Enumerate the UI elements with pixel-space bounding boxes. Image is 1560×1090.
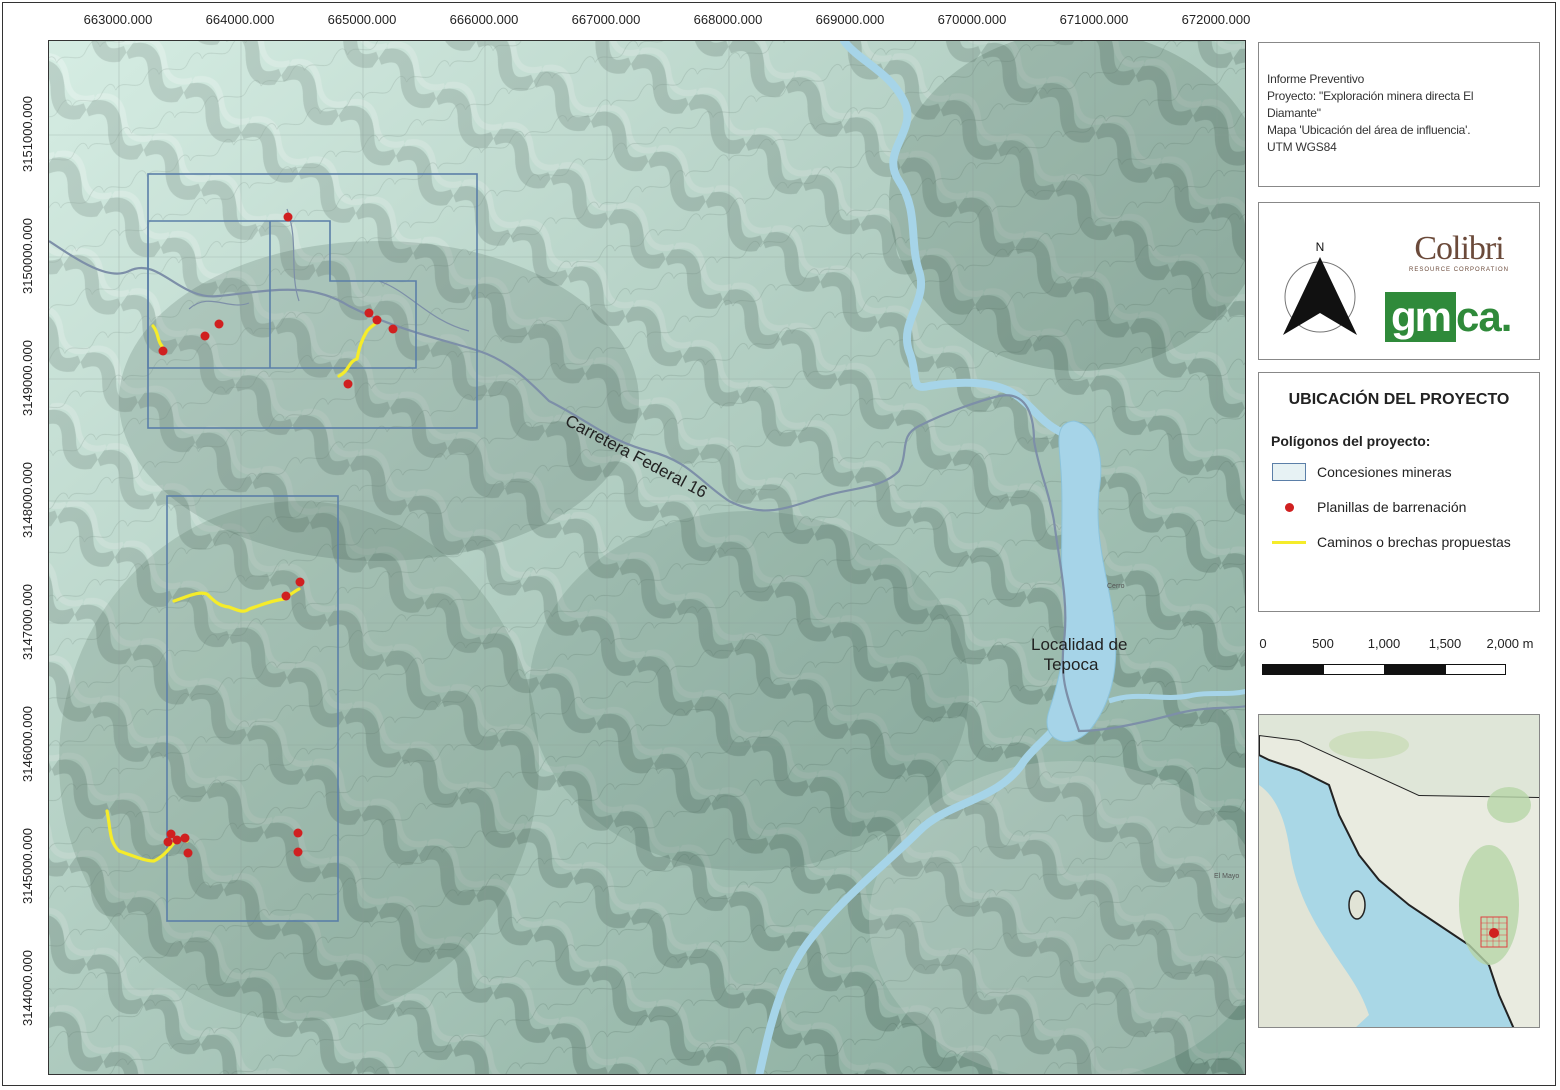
drill-pad	[372, 315, 382, 325]
scale-label: 0	[1259, 636, 1267, 651]
x-axis-tick-label: 671000.000	[1059, 12, 1129, 27]
x-axis-tick-label: 664000.000	[205, 12, 275, 27]
drill-pad	[283, 212, 293, 222]
point-symbol-icon	[1271, 497, 1307, 517]
legend-title: UBICACIÓN DEL PROYECTO	[1288, 391, 1510, 408]
x-axis-tick-label: 667000.000	[571, 12, 641, 27]
forest-zone	[1329, 731, 1409, 759]
gmca-logo-suffix: ca.	[1456, 293, 1512, 340]
island-tiburon	[1348, 890, 1366, 920]
x-axis-tick-label: 665000.000	[327, 12, 397, 27]
legend-panel: UBICACIÓN DEL PROYECTO Polígonos del pro…	[1258, 372, 1540, 612]
colibri-logo: Colibri RESOURCE CORPORATION	[1394, 230, 1524, 274]
place-label-small: Cerro	[1107, 583, 1125, 590]
info-line: Proyecto: "Exploración minera directa El	[1267, 89, 1474, 103]
x-axis-tick-label: 670000.000	[937, 12, 1007, 27]
project-location-marker	[1489, 928, 1499, 938]
drill-pad	[183, 848, 193, 858]
map-canvas	[49, 41, 1245, 1074]
scale-segment	[1323, 664, 1385, 675]
scale-segment	[1262, 664, 1324, 675]
y-axis-tick-label: 3151000.000	[20, 96, 35, 172]
legend-item-concessions: Concesiones mineras	[1271, 461, 1452, 483]
legend-item-label: Concesiones mineras	[1317, 464, 1452, 480]
y-axis-tick-label: 3147000.000	[20, 584, 35, 660]
x-axis-tick-label: 668000.000	[693, 12, 763, 27]
x-axis-tick-label: 669000.000	[815, 12, 885, 27]
town-label-line2: Tepoca	[1043, 655, 1099, 674]
y-axis-tick-label: 3149000.000	[20, 340, 35, 416]
scale-label: 2,000 m	[1486, 636, 1534, 651]
scale-segment	[1445, 664, 1506, 675]
place-label-small-far: El Mayo	[1214, 873, 1240, 880]
scale-label: 1,000	[1367, 636, 1401, 651]
drill-pad	[343, 379, 353, 389]
drill-pad	[180, 833, 190, 843]
colibri-logo-subtext: RESOURCE CORPORATION	[1409, 267, 1509, 273]
drill-pad	[364, 308, 374, 318]
info-line: UTM WGS84	[1267, 140, 1337, 154]
drill-pad	[214, 319, 224, 329]
y-axis-tick-label: 3150000.000	[20, 218, 35, 294]
y-axis-tick-label: 3145000.000	[20, 828, 35, 904]
svg-text:N: N	[1316, 240, 1325, 254]
x-axis-tick-label: 666000.000	[449, 12, 519, 27]
legend-item-label: Planillas de barrenación	[1317, 499, 1467, 515]
legend-item-proposed-roads: Caminos o brechas propuestas	[1271, 531, 1511, 553]
colibri-logo-text: Colibri	[1414, 230, 1504, 267]
info-line: Informe Preventivo	[1267, 72, 1365, 86]
inset-canvas	[1259, 715, 1539, 1027]
info-panel: Informe Preventivo Proyecto: "Exploració…	[1258, 42, 1540, 187]
drill-pad	[293, 847, 303, 857]
drill-pad	[281, 591, 291, 601]
drill-pad	[158, 346, 168, 356]
y-axis-tick-label: 3148000.000	[20, 462, 35, 538]
gmca-logo: gm ca.	[1385, 291, 1512, 343]
y-axis-tick-label: 3146000.000	[20, 706, 35, 782]
drill-pad	[293, 828, 303, 838]
scale-bar: 0 500 1,000 1,500 2,000 m	[1258, 636, 1540, 686]
x-axis-tick-label: 672000.000	[1181, 12, 1251, 27]
y-axis-tick-label: 3144000.000	[20, 950, 35, 1026]
scale-label: 1,500	[1428, 636, 1462, 651]
x-axis-tick-label: 663000.000	[83, 12, 153, 27]
legend-subtitle: Polígonos del proyecto:	[1271, 433, 1431, 449]
scale-segment	[1384, 664, 1446, 675]
legend-item-label: Caminos o brechas propuestas	[1317, 534, 1511, 550]
logos-panel: N Colibri RESOURCE CORPORATION gm ca.	[1258, 202, 1540, 360]
shade-zone	[529, 511, 969, 871]
drill-pad	[388, 324, 398, 334]
gmca-logo-box: gm	[1385, 292, 1456, 342]
shade-zone	[119, 241, 639, 561]
drill-pad	[163, 837, 173, 847]
polygon-symbol-icon	[1271, 462, 1307, 482]
town-label-line1: Localidad de	[1031, 635, 1128, 654]
drill-pad	[295, 577, 305, 587]
main-map[interactable]: Carretera Federal 16 Localidad de Tepoca…	[48, 40, 1246, 1075]
inset-location-map[interactable]	[1258, 714, 1540, 1028]
town-label-tepoca: Localidad de Tepoca	[1031, 635, 1128, 675]
forest-zone	[1487, 787, 1531, 823]
drill-pad	[172, 835, 182, 845]
info-line: Mapa 'Ubicación del área de influencia'.	[1267, 123, 1471, 137]
drill-pad	[200, 331, 210, 341]
info-line: Diamante"	[1267, 106, 1321, 120]
legend-item-drill-pads: Planillas de barrenación	[1271, 496, 1466, 518]
north-arrow-icon: N	[1283, 240, 1357, 335]
line-symbol-icon	[1271, 532, 1307, 552]
scale-label: 500	[1312, 636, 1334, 651]
